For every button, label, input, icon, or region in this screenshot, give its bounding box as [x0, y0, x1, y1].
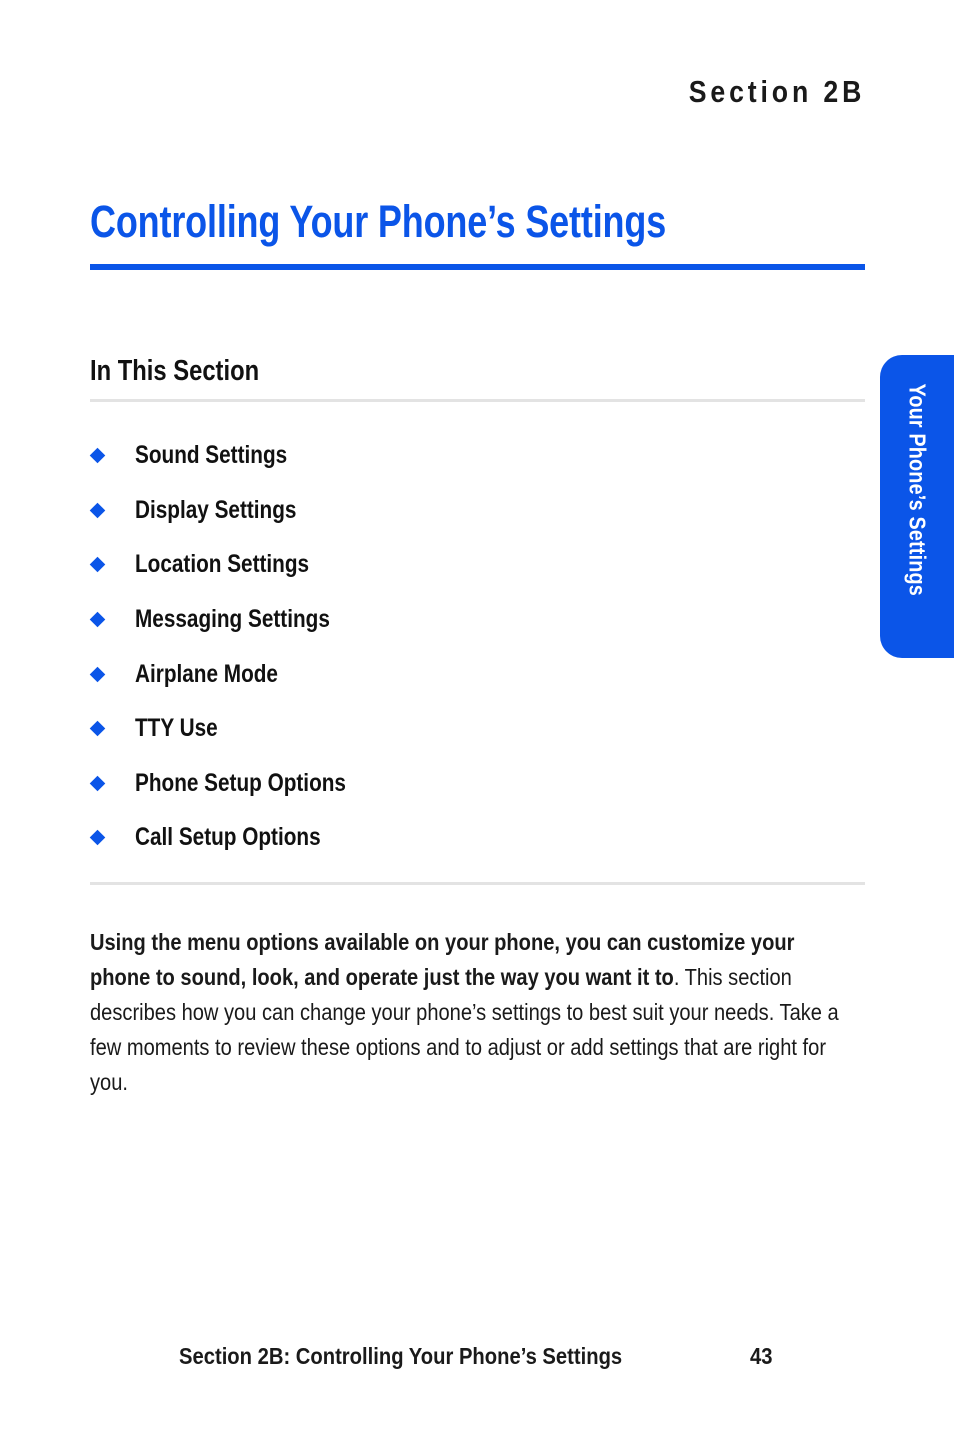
in-this-section-heading: In This Section — [90, 353, 296, 389]
running-head-text: Section 2B — [688, 74, 865, 109]
title-underline-rule — [90, 264, 865, 270]
list-item[interactable]: Messaging Settings — [89, 592, 790, 647]
list-item[interactable]: Phone Setup Options — [89, 756, 790, 811]
document-page: Section 2B Controlling Your Phone’s Sett… — [0, 0, 954, 1431]
section-contents-list: Sound Settings Display Settings Location… — [89, 428, 790, 865]
list-item[interactable]: TTY Use — [89, 701, 790, 756]
list-item[interactable]: Location Settings — [89, 537, 790, 592]
list-item-label: Location Settings — [135, 550, 310, 579]
section-divider-top — [90, 399, 865, 402]
side-thumb-tab[interactable]: Your Phone’s Settings — [880, 355, 954, 658]
list-item[interactable]: Airplane Mode — [89, 646, 790, 701]
list-item-label: TTY Use — [135, 714, 218, 743]
in-this-section-heading-text: In This Section — [90, 355, 260, 387]
list-item-label: Call Setup Options — [135, 823, 321, 852]
list-item[interactable]: Sound Settings — [89, 428, 790, 483]
side-thumb-tab-label: Your Phone’s Settings — [904, 382, 931, 596]
diamond-bullet-icon — [89, 775, 106, 792]
diamond-bullet-icon — [89, 557, 106, 573]
footer-title: Section 2B: Controlling Your Phone’s Set… — [178, 1343, 622, 1369]
page-footer: Section 2B: Controlling Your Phone’s Set… — [90, 1343, 865, 1370]
footer-page-number: 43 — [750, 1343, 773, 1369]
page-title: Controlling Your Phone’s Settings — [90, 194, 880, 250]
diamond-bullet-icon — [89, 448, 106, 464]
list-item-label: Sound Settings — [135, 441, 288, 470]
intro-paragraph: Using the menu options available on your… — [90, 925, 850, 1100]
diamond-bullet-icon — [89, 502, 106, 519]
list-item[interactable]: Display Settings — [89, 483, 790, 538]
list-item-label: Airplane Mode — [135, 659, 278, 688]
diamond-bullet-icon — [89, 830, 106, 846]
list-item-label: Messaging Settings — [135, 605, 330, 634]
diamond-bullet-icon — [89, 720, 106, 737]
running-head: Section 2B — [90, 74, 865, 110]
diamond-bullet-icon — [89, 611, 106, 628]
list-item-label: Phone Setup Options — [135, 768, 346, 797]
section-divider-bottom — [90, 882, 865, 885]
diamond-bullet-icon — [89, 666, 106, 682]
list-item[interactable]: Call Setup Options — [89, 810, 790, 865]
list-item-label: Display Settings — [135, 495, 297, 524]
page-title-text: Controlling Your Phone’s Settings — [90, 196, 667, 247]
